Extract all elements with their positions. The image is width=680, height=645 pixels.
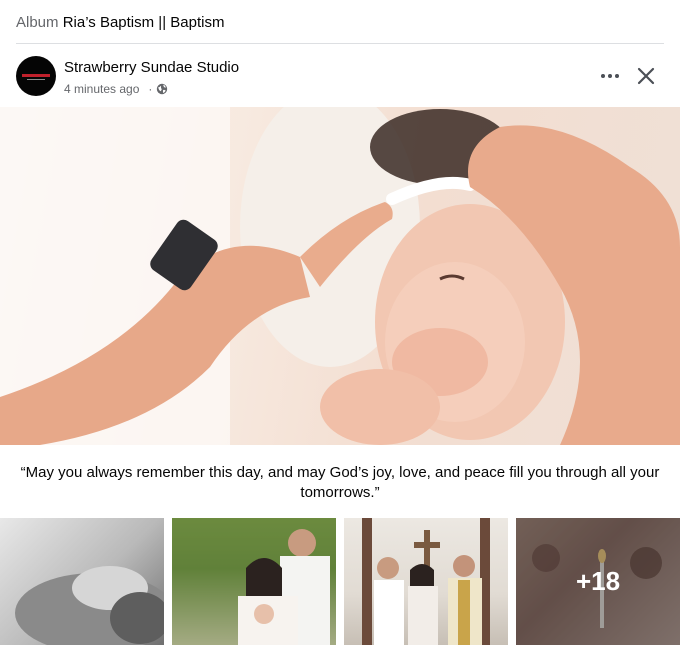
post-timestamp[interactable]: 4 minutes ago (64, 81, 139, 97)
more-horizontal-icon (601, 74, 619, 78)
album-title[interactable]: Ria’s Baptism || Baptism (63, 14, 225, 31)
close-icon (637, 67, 655, 85)
thumbnail-3[interactable] (344, 518, 508, 645)
baby-headband-photo (0, 107, 680, 445)
baby-hand-photo (15, 566, 164, 645)
thumbnail-2[interactable] (172, 518, 336, 645)
more-options-button[interactable] (596, 62, 624, 90)
family-outdoor-photo (172, 518, 336, 645)
main-photo[interactable] (0, 107, 680, 445)
logo-underline (27, 79, 45, 80)
family-church-photo (362, 518, 490, 645)
more-photos-overlay[interactable]: +18 (516, 518, 680, 645)
album-header: Album Ria’s Baptism || Baptism (16, 13, 664, 33)
avatar[interactable] (16, 56, 56, 96)
author-name[interactable]: Strawberry Sundae Studio (64, 58, 239, 78)
thumbnail-4[interactable]: +18 (516, 518, 680, 645)
thumbnail-1[interactable] (0, 518, 164, 645)
post-meta: 4 minutes ago · (64, 81, 168, 97)
thumbnail-strip: +18 (0, 518, 680, 645)
globe-icon[interactable] (156, 83, 168, 95)
album-label: Album (16, 14, 59, 31)
post-caption: “May you always remember this day, and m… (20, 464, 660, 501)
post-header: Strawberry Sundae Studio 4 minutes ago · (0, 44, 680, 106)
logo-mark (22, 74, 50, 77)
more-photos-count: +18 (575, 566, 621, 596)
meta-separator: · (148, 82, 153, 96)
close-button[interactable] (632, 62, 660, 90)
